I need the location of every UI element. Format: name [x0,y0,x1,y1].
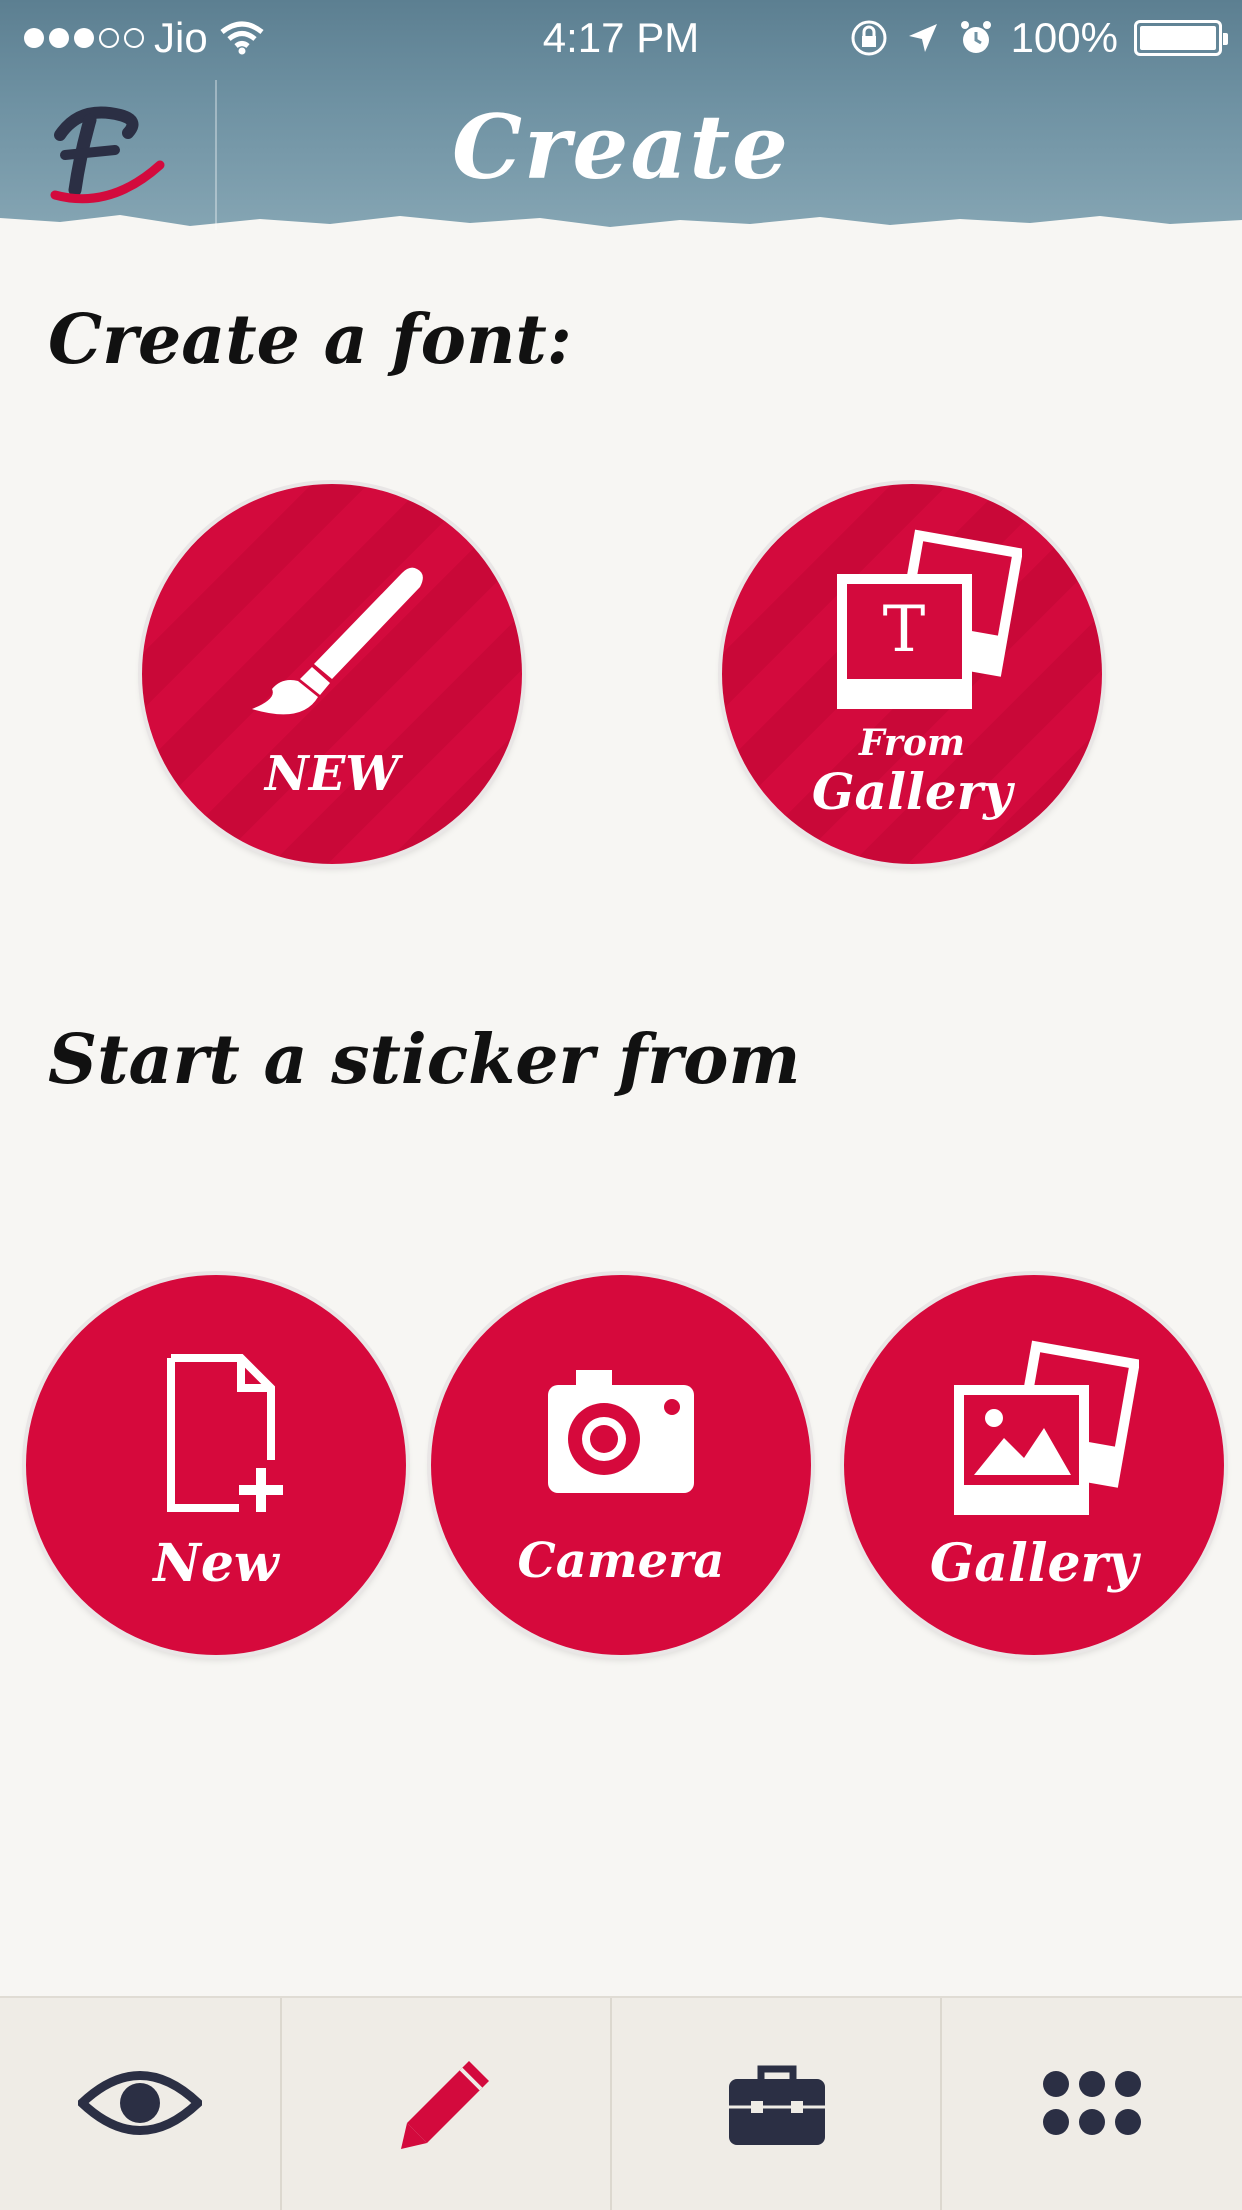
new-sticker-button[interactable]: New [26,1275,406,1655]
font-from-gallery-button[interactable]: T From Gallery [722,484,1102,864]
font-section-title: Create a font: [48,300,572,380]
battery-percentage: 100% [1010,14,1118,61]
camera-label: Camera [517,1533,725,1589]
paintbrush-icon [252,567,423,715]
pencil-icon [401,2061,489,2149]
gallery-sticker-button[interactable]: Gallery [844,1275,1224,1655]
camera-icon [548,1370,694,1493]
page-title: Create [451,95,791,199]
location-arrow-icon [908,24,937,52]
orientation-lock-icon [851,20,887,56]
tab-toolbox[interactable] [612,1998,942,2210]
gallery-sticker-label: Gallery [929,1533,1139,1594]
briefcase-icon [729,2065,825,2145]
new-font-button[interactable]: NEW [142,484,522,864]
camera-sticker-button[interactable]: Camera [431,1275,811,1655]
from-label: From [859,722,965,764]
tab-more[interactable] [942,1998,1242,2210]
grid-dots-icon [1043,2071,1141,2135]
svg-text:T: T [883,593,926,667]
header: Jio 4:17 PM 100% Create [0,0,1242,250]
alarm-icon [960,21,991,53]
gallery-label: Gallery [811,762,1013,821]
new-document-icon [167,1354,283,1512]
sticker-section-title: Start a sticker from [48,1020,801,1100]
tab-create[interactable] [282,1998,612,2210]
tab-browse[interactable] [0,1998,282,2210]
eye-icon [78,2071,202,2135]
tab-bar [0,1996,1242,2210]
torn-edge [0,215,1242,250]
photo-text-icon: T [837,529,1022,709]
new-font-label: NEW [264,746,400,802]
battery-icon [1134,20,1228,56]
new-sticker-label: New [153,1533,279,1594]
gallery-icon [954,1340,1139,1515]
status-bar: Jio 4:17 PM 100% [0,0,1242,80]
